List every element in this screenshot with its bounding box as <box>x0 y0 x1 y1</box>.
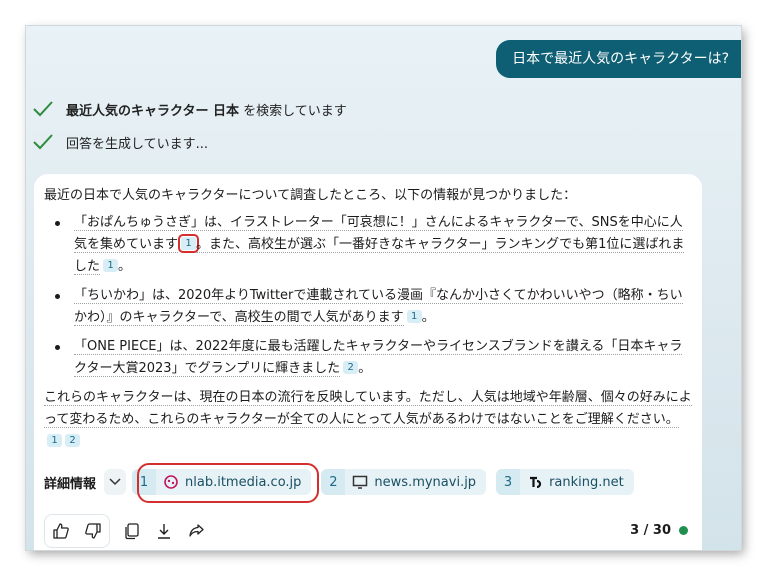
thumbs-down-button[interactable] <box>77 515 109 547</box>
response-counter: 3 / 30 <box>630 523 688 538</box>
share-button[interactable] <box>180 515 212 547</box>
source-domain: nlab.itmedia.co.jp <box>185 474 302 490</box>
copy-button[interactable] <box>116 515 148 547</box>
source-link-1[interactable]: 1 nlab.itmedia.co.jp <box>132 469 312 495</box>
download-button[interactable] <box>148 515 180 547</box>
source-domain: ranking.net <box>549 474 624 490</box>
source-number: 2 <box>321 469 346 495</box>
generate-status: 回答を生成しています... <box>66 136 209 152</box>
chat-window: 日本で最近人気のキャラクターは? 最近人気のキャラクター 日本 を検索しています… <box>26 26 741 550</box>
feedback-group <box>44 514 110 548</box>
answer-closing: これらのキャラクターは、現在の日本の流行を反映しています。ただし、人気は地域や年… <box>44 387 694 453</box>
source-domain: news.mynavi.jp <box>374 474 477 490</box>
bullet-tail: 。 <box>421 310 435 325</box>
details-label: 詳細情報 <box>44 476 97 492</box>
sources-row: 詳細情報 1 nlab.itmedia.co.jp 2 news.mynavi.… <box>44 468 644 496</box>
closing-text: これらのキャラクターは、現在の日本の流行を反映しています。ただし、人気は地域や年… <box>44 390 692 428</box>
citation-2[interactable]: 2 <box>65 434 80 447</box>
bullet-tail: 。 <box>118 259 132 274</box>
list-item: 「ちいかわ」は、2020年よりTwitterで連載されている漫画『なんか小さくて… <box>46 285 686 329</box>
citation-2[interactable]: 2 <box>343 361 359 374</box>
share-icon <box>189 524 204 537</box>
copy-icon <box>125 523 139 540</box>
citation-1[interactable]: 1 <box>406 310 422 323</box>
source-number: 1 <box>132 469 157 495</box>
bullet-text: 「ちいかわ」は、2020年よりTwitterで連載されている漫画『なんか小さくて… <box>74 288 683 326</box>
citation-1[interactable]: 1 <box>178 234 200 253</box>
ranking-logo-icon <box>526 473 544 491</box>
answer-bullets: 「おぱんちゅうさぎ」は、イラストレーター「可哀想に！」さんによるキャラクターで、… <box>46 212 686 387</box>
bullet-tail: 。 <box>358 361 372 376</box>
search-query: 最近人気のキャラクター 日本 <box>66 103 240 119</box>
user-message-bubble: 日本で最近人気のキャラクターは? <box>496 40 741 78</box>
download-icon <box>158 524 170 539</box>
citation-1[interactable]: 1 <box>103 259 119 272</box>
counter-text: 3 / 30 <box>630 523 671 538</box>
list-item: 「ONE PIECE」は、2022年度に最も活躍したキャラクターやライセンスブラ… <box>46 336 686 380</box>
source-number: 3 <box>496 469 521 495</box>
search-status: を検索しています <box>239 103 347 119</box>
thumbs-down-icon <box>85 523 101 539</box>
citation-1[interactable]: 1 <box>47 434 62 447</box>
chevron-down-icon <box>109 478 121 486</box>
itmedia-favicon-icon <box>162 473 180 491</box>
generate-step: 回答を生成しています... <box>32 131 208 153</box>
source-link-3[interactable]: 3 ranking.net <box>496 469 634 495</box>
monitor-icon <box>351 473 369 491</box>
expand-sources-button[interactable] <box>104 469 127 495</box>
answer-card: 最近の日本で人気のキャラクターについて調査したところ、以下の情報が見つかりました… <box>34 174 702 550</box>
answer-intro: 最近の日本で人気のキャラクターについて調査したところ、以下の情報が見つかりました… <box>44 188 577 203</box>
search-step: 最近人気のキャラクター 日本 を検索しています <box>32 98 347 120</box>
status-dot <box>679 526 688 535</box>
thumbs-up-icon <box>53 523 69 539</box>
checkmark-icon <box>33 101 53 117</box>
thumbs-up-button[interactable] <box>45 515 77 547</box>
source-link-2[interactable]: 2 news.mynavi.jp <box>321 469 487 495</box>
list-item: 「おぱんちゅうさぎ」は、イラストレーター「可哀想に！」さんによるキャラクターで、… <box>46 212 686 278</box>
checkmark-icon <box>33 134 53 150</box>
message-actions <box>44 514 212 548</box>
bullet-text: 「ONE PIECE」は、2022年度に最も活躍したキャラクターやライセンスブラ… <box>74 339 683 377</box>
